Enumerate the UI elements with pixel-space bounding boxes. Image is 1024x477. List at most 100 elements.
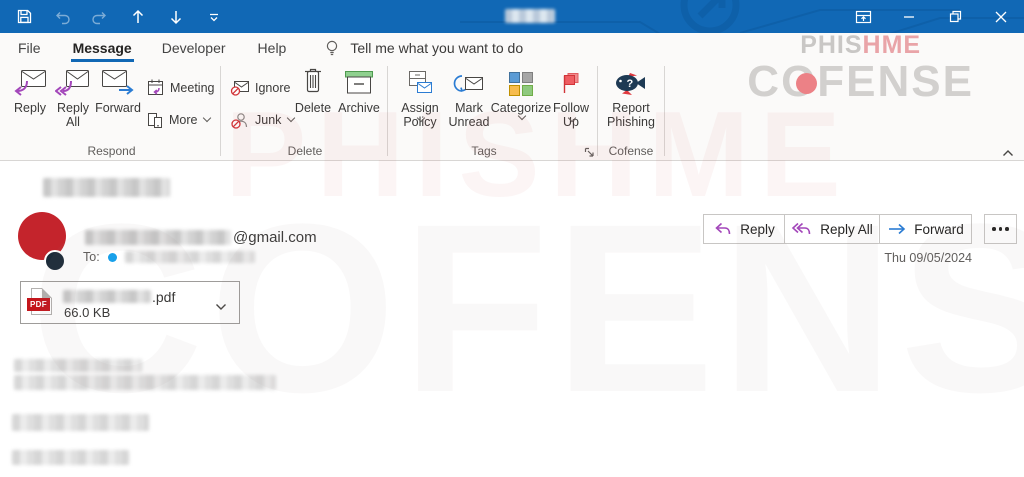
tab-message[interactable]: Message: [69, 33, 136, 62]
tell-me-box[interactable]: Tell me what you want to do: [324, 39, 523, 57]
body-text-redacted: [12, 450, 129, 465]
trash-icon: [300, 65, 326, 97]
message-pane: @gmail.com To: Reply Reply All Forward T…: [0, 162, 1024, 477]
tab-help[interactable]: Help: [254, 33, 291, 62]
header-more-actions-button[interactable]: [984, 214, 1017, 244]
group-divider: [597, 66, 598, 156]
reply-all-button[interactable]: Reply All: [52, 65, 94, 143]
pdf-file-icon: PDF: [31, 288, 52, 315]
header-forward-label: Forward: [914, 222, 964, 237]
reply-all-label: Reply All: [52, 101, 94, 129]
header-reply-all-button[interactable]: Reply All: [784, 214, 880, 244]
ignore-icon: [230, 79, 250, 97]
follow-up-button[interactable]: Follow Up: [548, 65, 594, 143]
devices-icon: [146, 111, 164, 130]
categorize-button[interactable]: Categorize: [492, 65, 550, 143]
mark-unread-icon: [453, 65, 485, 97]
delete-button[interactable]: Delete: [291, 65, 335, 143]
header-reply-button[interactable]: Reply: [703, 214, 785, 244]
mark-unread-button[interactable]: Mark Unread: [444, 65, 494, 143]
header-reply-all-label: Reply All: [820, 222, 873, 237]
attachment-name: .pdf: [63, 289, 175, 304]
reply-button[interactable]: Reply: [8, 65, 52, 143]
more-options-icon: [992, 227, 1009, 231]
archive-label: Archive: [338, 101, 380, 115]
body-text-redacted: [14, 375, 276, 390]
sender-line: @gmail.com: [85, 228, 317, 246]
follow-up-flag-icon: [560, 65, 582, 97]
body-text-redacted: [12, 414, 149, 431]
header-reply-label: Reply: [740, 222, 775, 237]
more-respond-button[interactable]: More: [146, 108, 210, 132]
forward-envelope-icon: [100, 65, 136, 97]
junk-button[interactable]: Junk: [230, 108, 294, 132]
move-down-icon[interactable]: [164, 4, 188, 30]
sender-name-redacted: [85, 230, 231, 245]
presence-indicator: [44, 250, 66, 272]
ribbon-tab-row: File Message Developer Help Tell me what…: [0, 33, 1024, 62]
meeting-button[interactable]: Meeting: [146, 76, 214, 100]
junk-label: Junk: [255, 113, 281, 127]
phishing-fish-icon: ?: [613, 65, 649, 97]
subject-redacted: [43, 178, 170, 197]
svg-text:?: ?: [627, 78, 634, 90]
attachment-extension: .pdf: [152, 289, 175, 305]
group-label-cofense: Cofense: [601, 144, 661, 158]
body-text-redacted: [14, 359, 142, 372]
save-icon[interactable]: [12, 4, 36, 30]
forward-arrow-icon: [887, 222, 906, 237]
ignore-button[interactable]: Ignore: [230, 76, 290, 100]
assign-policy-button[interactable]: Assign Policy: [395, 65, 445, 143]
categorize-squares-icon: [508, 65, 534, 97]
reply-label: Reply: [14, 101, 46, 115]
group-label-respond: Respond: [8, 144, 215, 158]
ignore-label: Ignore: [255, 81, 290, 95]
header-forward-button[interactable]: Forward: [879, 214, 972, 244]
message-date: Thu 09/05/2024: [884, 251, 972, 265]
to-label: To:: [83, 250, 100, 264]
attachment-dropdown-icon[interactable]: [215, 298, 227, 316]
group-divider: [220, 66, 221, 156]
recipient-presence-icon: [108, 253, 117, 262]
mark-unread-label: Mark Unread: [444, 101, 494, 129]
junk-person-icon: [230, 111, 250, 130]
reply-all-envelope-icon: [55, 65, 91, 97]
archive-button[interactable]: Archive: [334, 65, 384, 143]
redo-icon[interactable]: [88, 4, 112, 30]
group-label-tags: Tags: [393, 144, 575, 158]
meeting-calendar-icon: [146, 78, 165, 98]
tags-dialog-launcher-icon[interactable]: [584, 145, 595, 163]
report-phishing-label: Report Phishing: [602, 101, 660, 129]
window-title-redacted: [505, 9, 555, 23]
move-up-icon[interactable]: [126, 4, 150, 30]
group-divider: [387, 66, 388, 156]
sender-domain[interactable]: @gmail.com: [233, 229, 317, 246]
tab-developer[interactable]: Developer: [158, 33, 230, 62]
attachment-card[interactable]: PDF .pdf 66.0 KB: [20, 281, 240, 324]
meeting-label: Meeting: [170, 81, 214, 95]
reply-envelope-icon: [12, 65, 48, 97]
minimize-button[interactable]: [886, 0, 932, 33]
close-button[interactable]: [978, 0, 1024, 33]
assign-policy-icon: [406, 65, 434, 97]
group-divider: [664, 66, 665, 156]
delete-label: Delete: [295, 101, 331, 115]
undo-icon[interactable]: [50, 4, 74, 30]
quick-access-toolbar: [12, 0, 226, 33]
attachment-name-redacted: [63, 290, 151, 303]
collapse-ribbon-icon[interactable]: [1000, 147, 1016, 159]
attachment-size: 66.0 KB: [64, 305, 110, 320]
group-label-delete: Delete: [226, 144, 384, 158]
tab-file[interactable]: File: [14, 33, 45, 62]
forward-button[interactable]: Forward: [92, 65, 144, 143]
tell-me-label: Tell me what you want to do: [350, 40, 523, 56]
report-phishing-button[interactable]: ? Report Phishing: [602, 65, 660, 143]
lightbulb-icon: [324, 39, 340, 57]
restore-button[interactable]: [932, 0, 978, 33]
customize-qat-icon[interactable]: [202, 4, 226, 30]
archive-box-icon: [343, 65, 375, 97]
outlook-message-window: File Message Developer Help Tell me what…: [0, 0, 1024, 477]
reply-all-arrow-icon: [791, 222, 812, 237]
ribbon-display-options-button[interactable]: [840, 0, 886, 33]
recipient-redacted: [125, 251, 255, 263]
